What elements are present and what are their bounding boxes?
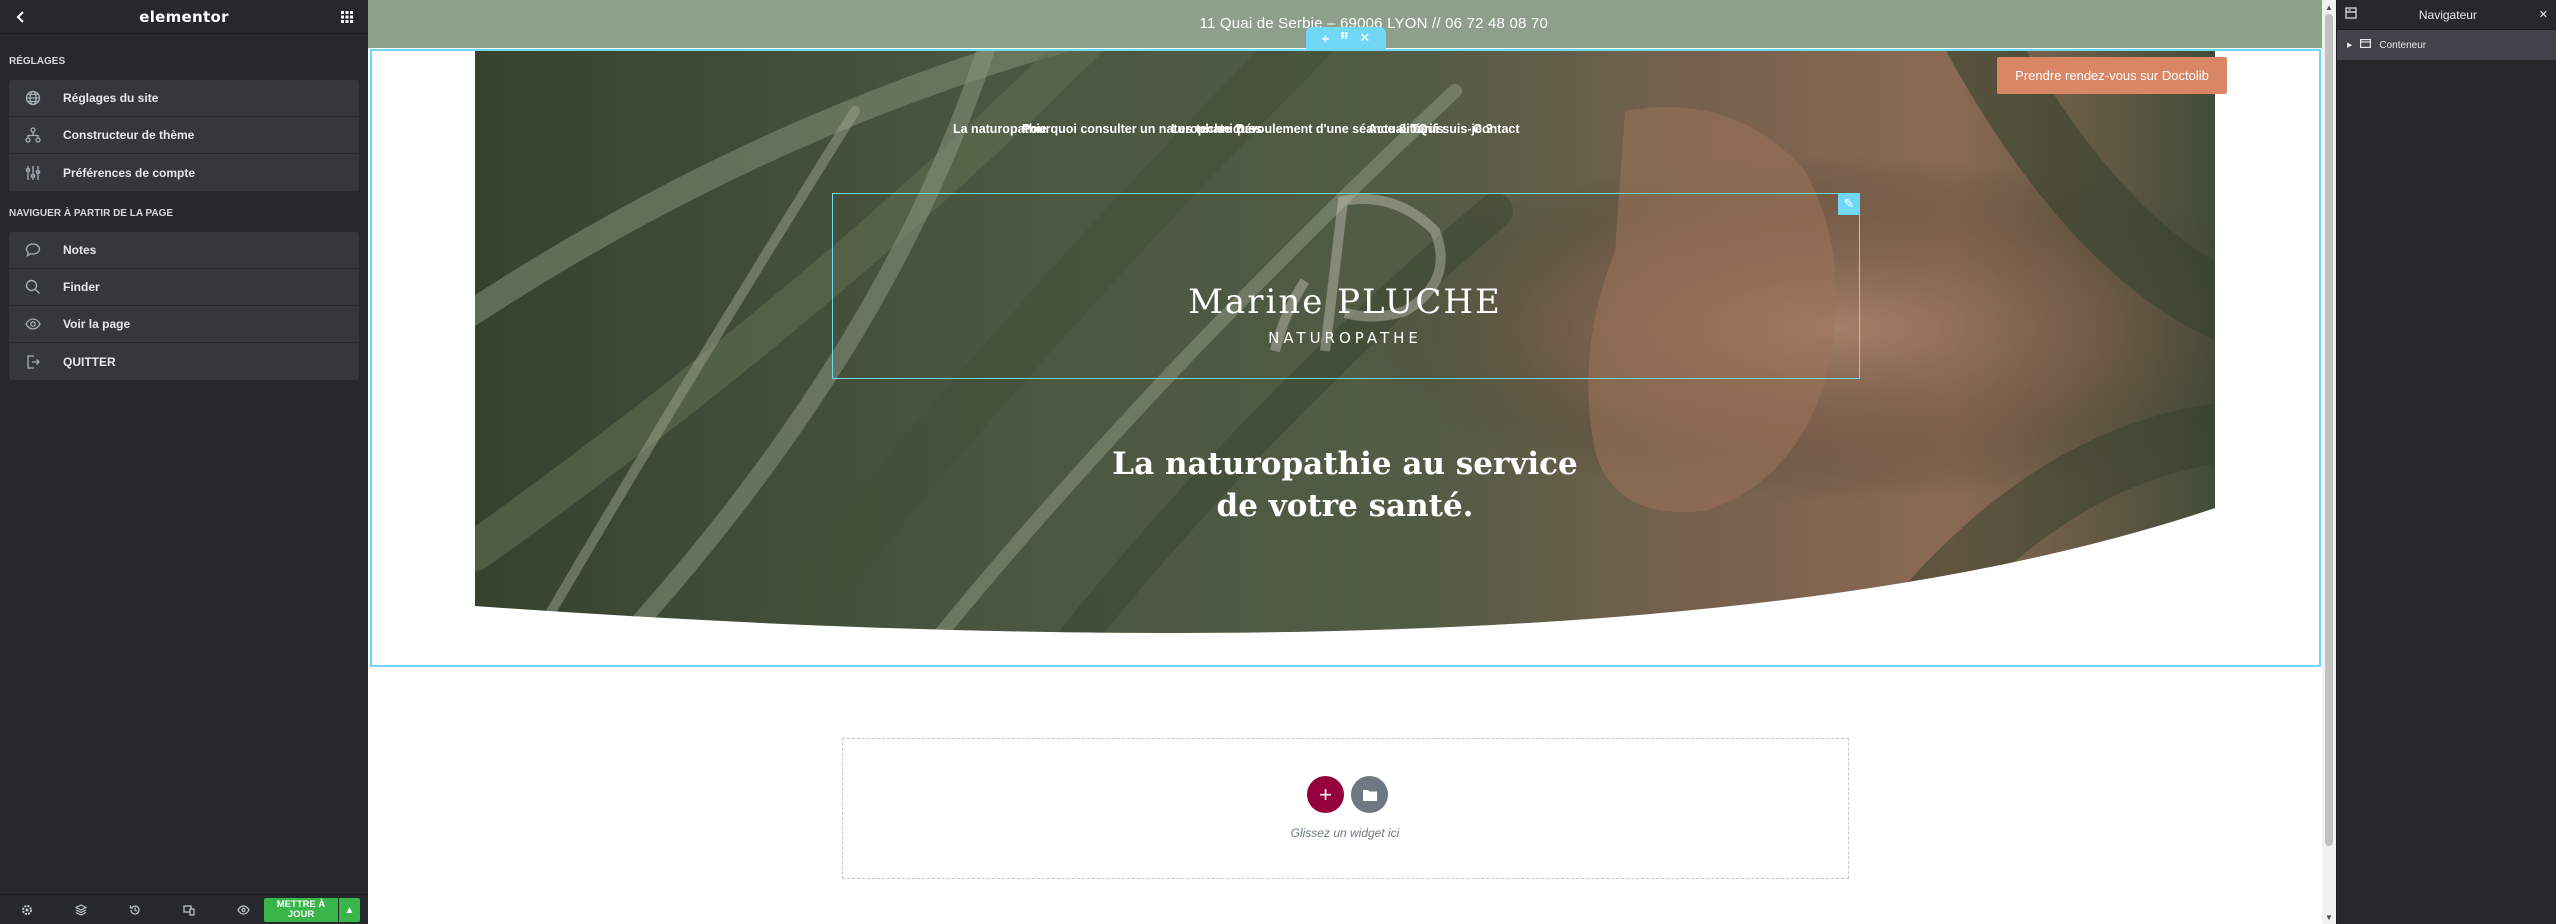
- logo-name: Marine PLUCHE: [1188, 282, 1502, 322]
- comment-icon: [23, 240, 43, 260]
- elementor-panel: elementor RÉGLAGES Réglages du site Cons…: [0, 0, 368, 924]
- logo-subtitle: NATUROPATHE: [1268, 329, 1422, 347]
- delete-section-icon[interactable]: ✕: [1359, 30, 1370, 46]
- account-preferences-label: Préférences de compte: [63, 165, 196, 180]
- navigator-panel: Navigateur ✕ ▶ Conteneur: [2336, 0, 2556, 924]
- section-handle[interactable]: + ⠿ ✕: [1306, 27, 1386, 49]
- navigator-tree-item-container[interactable]: ▶ Conteneur: [2337, 30, 2556, 60]
- panel-header: elementor: [0, 0, 368, 34]
- navigator-header: Navigateur ✕: [2337, 0, 2556, 30]
- notes-label: Notes: [63, 243, 97, 257]
- layers-icon[interactable]: [54, 895, 108, 924]
- theme-builder-item[interactable]: Constructeur de thème: [9, 117, 359, 154]
- close-icon[interactable]: ✕: [2539, 8, 2548, 21]
- navigate-group: Notes Finder Voir la page QUITTER: [9, 232, 359, 380]
- empty-drop-area[interactable]: [842, 738, 1849, 879]
- settings-section-title: RÉGLAGES: [9, 55, 66, 67]
- hero-tagline: La naturopathie au service de votre sant…: [368, 443, 2322, 527]
- theme-builder-label: Constructeur de thème: [63, 128, 195, 142]
- view-page-label: Voir la page: [63, 317, 131, 331]
- navigator-title: Navigateur: [2418, 7, 2477, 22]
- panel-footer: METTRE À JOUR ▲: [0, 894, 368, 924]
- tree-item-label: Conteneur: [2379, 39, 2427, 51]
- update-options-caret-icon[interactable]: ▲: [339, 898, 360, 922]
- responsive-icon[interactable]: [162, 895, 216, 924]
- site-settings-item[interactable]: Réglages du site: [9, 80, 359, 117]
- exit-icon: [23, 352, 43, 372]
- sitemap-icon: [23, 125, 43, 145]
- globe-icon: [23, 88, 43, 108]
- scroll-thumb[interactable]: [2325, 14, 2333, 846]
- settings-group: Réglages du site Constructeur de thème P…: [9, 80, 359, 191]
- gear-icon[interactable]: [0, 895, 54, 924]
- edit-pencil-icon[interactable]: ✎: [1838, 193, 1860, 215]
- navigate-section-title: NAVIGUER À PARTIR DE LA PAGE: [9, 207, 174, 219]
- expand-caret-icon[interactable]: ▶: [2347, 41, 2352, 49]
- scroll-up-arrow-icon[interactable]: ▲: [2322, 0, 2336, 14]
- sliders-icon: [23, 163, 43, 183]
- update-button[interactable]: METTRE À JOUR: [264, 898, 338, 922]
- finder-label: Finder: [63, 280, 100, 294]
- canvas-scrollbar[interactable]: ▲ ▼: [2322, 0, 2336, 924]
- back-arrow-icon[interactable]: [12, 8, 30, 26]
- container-icon: [2360, 39, 2372, 51]
- drag-section-icon[interactable]: ⠿: [1339, 30, 1349, 46]
- exit-label: QUITTER: [63, 354, 116, 369]
- scroll-down-arrow-icon[interactable]: ▼: [2322, 910, 2336, 924]
- exit-item[interactable]: QUITTER: [9, 343, 359, 380]
- add-section-icon[interactable]: +: [1322, 31, 1330, 46]
- add-section-button[interactable]: +: [1307, 776, 1344, 813]
- collapse-all-icon[interactable]: [2345, 7, 2357, 22]
- notes-item[interactable]: Notes: [9, 232, 359, 269]
- nav-item-contact[interactable]: Contact: [1473, 122, 1520, 136]
- preview-eye-icon[interactable]: [216, 895, 270, 924]
- eye-icon: [23, 314, 43, 334]
- tagline-line-2: de votre santé.: [1216, 488, 1474, 524]
- drop-widget-hint: Glissez un widget ici: [1290, 826, 1400, 840]
- template-library-folder-icon[interactable]: [1351, 776, 1388, 813]
- widgets-grid-icon[interactable]: [338, 8, 356, 26]
- finder-item[interactable]: Finder: [9, 269, 359, 306]
- account-preferences-item[interactable]: Préférences de compte: [9, 154, 359, 191]
- tagline-line-1: La naturopathie au service: [1112, 446, 1578, 482]
- search-icon: [23, 277, 43, 297]
- main-navigation: La naturopathie Pourquoi consulter un na…: [368, 122, 2322, 142]
- history-icon[interactable]: [108, 895, 162, 924]
- doctolib-appointment-button[interactable]: Prendre rendez-vous sur Doctolib: [1997, 57, 2227, 94]
- elementor-logo: elementor: [139, 7, 229, 26]
- editor-canvas: 11 Quai de Serbie – 69006 LYON // 06 72 …: [368, 0, 2322, 924]
- site-settings-label: Réglages du site: [63, 91, 159, 105]
- view-page-item[interactable]: Voir la page: [9, 306, 359, 343]
